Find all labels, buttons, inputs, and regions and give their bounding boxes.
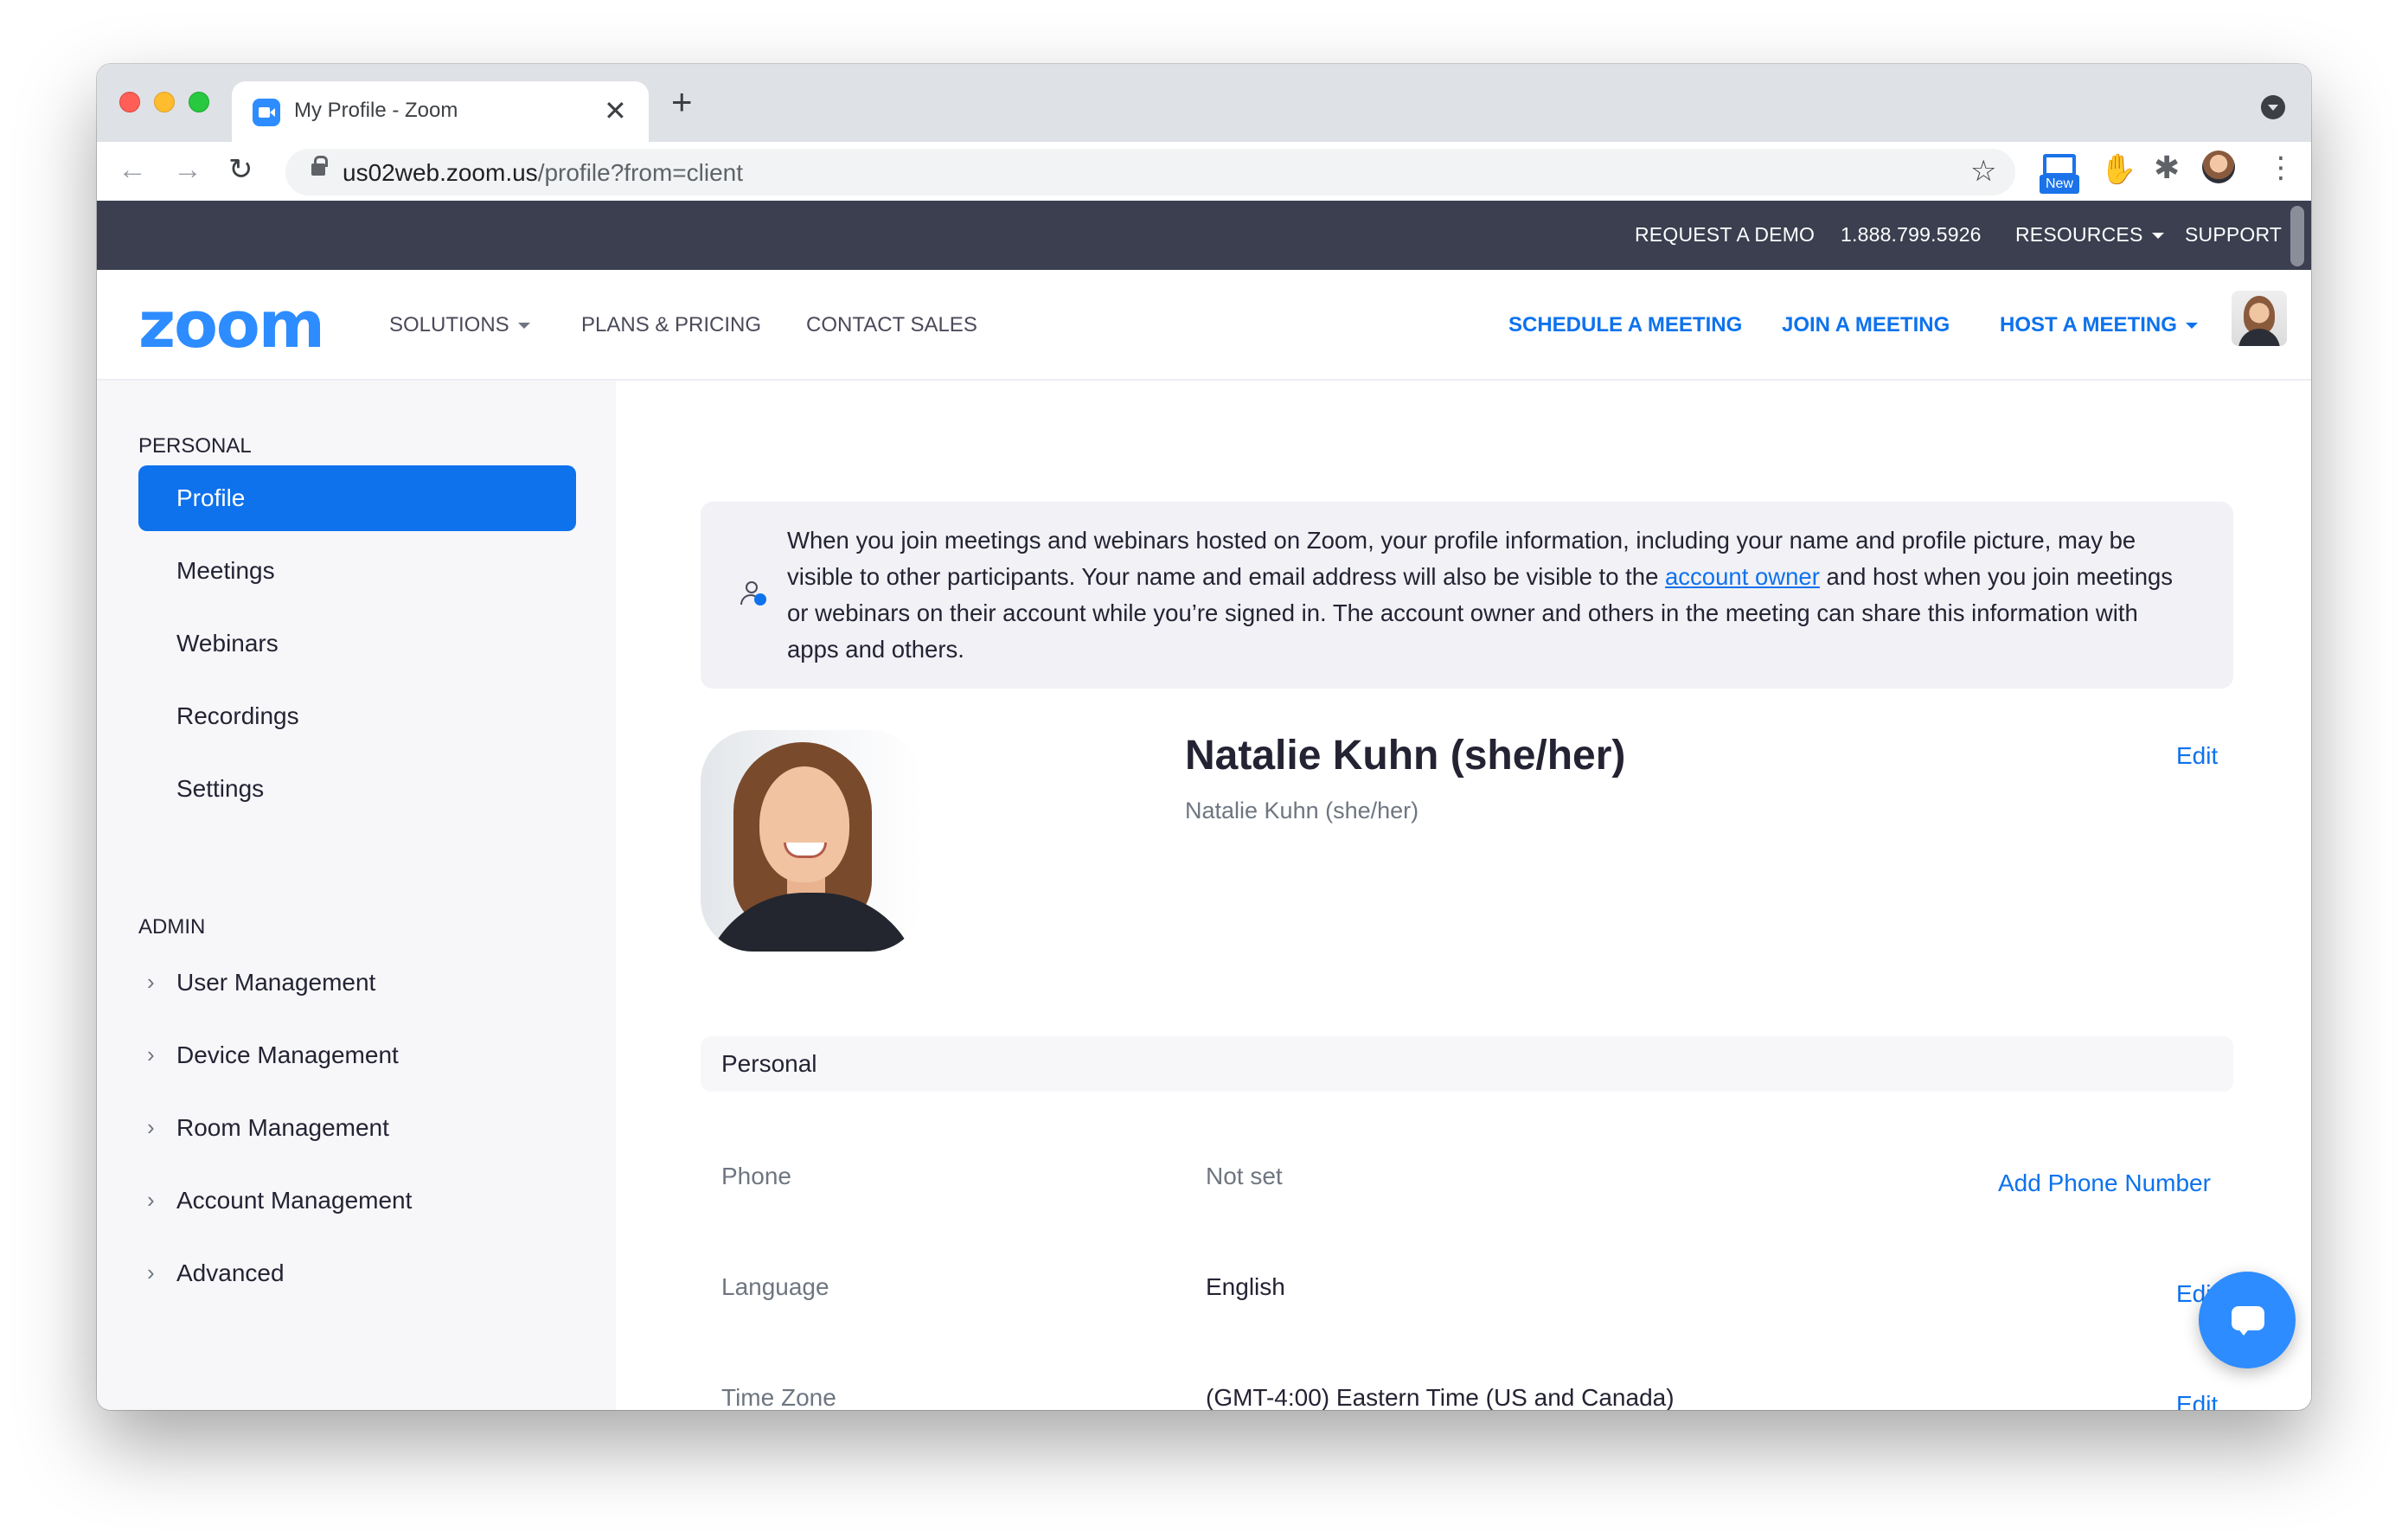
user-info-icon (740, 581, 766, 607)
maximize-window-button[interactable] (189, 92, 209, 112)
page-scrollbar[interactable] (2290, 206, 2304, 266)
reload-icon[interactable]: ↻ (228, 152, 253, 187)
bookmark-star-icon[interactable]: ☆ (1970, 156, 1996, 187)
add-phone-number-link[interactable]: Add Phone Number (1998, 1170, 2211, 1197)
extensions-puzzle-icon[interactable]: ✱ (2154, 151, 2180, 185)
tab-strip: My Profile - Zoom ✕ + (97, 64, 2311, 142)
time-zone-value: (GMT-4:00) Eastern Time (US and Canada) (1206, 1384, 1675, 1410)
browser-profile-avatar[interactable] (2202, 151, 2235, 183)
close-tab-icon[interactable]: ✕ (604, 95, 627, 126)
minimize-window-button[interactable] (154, 92, 175, 112)
close-window-button[interactable] (119, 92, 140, 112)
sidebar-item-account-management[interactable]: › Account Management (138, 1168, 576, 1234)
sidebar-item-webinars[interactable]: Webinars (138, 611, 576, 676)
schedule-meeting-link[interactable]: SCHEDULE A MEETING (1508, 313, 1742, 337)
phone-value: Not set (1206, 1163, 1283, 1189)
chat-support-button[interactable] (2199, 1272, 2296, 1368)
resources-menu[interactable]: RESOURCES (2015, 223, 2164, 247)
sidebar-item-profile[interactable]: Profile (138, 465, 576, 531)
browser-menu-icon[interactable]: ⋮ (2266, 151, 2296, 185)
join-meeting-link[interactable]: JOIN A MEETING (1782, 313, 1950, 337)
phone-label: Phone (721, 1163, 791, 1189)
chevron-right-icon: › (147, 1259, 155, 1285)
language-label: Language (721, 1273, 829, 1300)
tab-search-icon[interactable] (2261, 95, 2285, 119)
host-meeting-menu[interactable]: HOST A MEETING (2000, 313, 2198, 337)
personal-section-header: Personal (701, 1036, 2233, 1092)
request-demo-link[interactable]: REQUEST A DEMO (1635, 223, 1815, 247)
back-arrow-icon[interactable]: ← (118, 152, 147, 187)
profile-name: Natalie Kuhn (she/her) (1185, 733, 1626, 779)
admin-section-label: ADMIN (138, 915, 206, 939)
sidebar-item-device-management[interactable]: › Device Management (138, 1022, 576, 1088)
zoom-logo[interactable]: zoom (138, 291, 325, 360)
sidebar: PERSONAL Profile Meetings Webinars Recor… (97, 381, 616, 1410)
support-link[interactable]: SUPPORT (2185, 223, 2282, 247)
forward-arrow-icon[interactable]: → (173, 152, 202, 187)
new-tab-button[interactable]: + (671, 81, 693, 123)
language-value: English (1206, 1273, 1285, 1300)
chevron-right-icon: › (147, 1114, 155, 1140)
time-zone-label: Time Zone (721, 1384, 836, 1410)
caret-down-icon (2151, 233, 2164, 240)
browser-toolbar: ← → ↻ us02web.zoom.us/profile?from=clien… (97, 142, 2311, 201)
edit-profile-link[interactable]: Edit (2176, 742, 2218, 770)
main-header: zoom SOLUTIONS PLANS & PRICING CONTACT S… (97, 270, 2311, 381)
profile-display-name: Natalie Kuhn (she/her) (1185, 798, 1419, 823)
extension-hand-icon[interactable]: ✋ (2100, 152, 2136, 187)
sidebar-item-user-management[interactable]: › User Management (138, 950, 576, 1016)
top-utility-bar: REQUEST A DEMO 1.888.799.5926 RESOURCES … (97, 201, 2311, 270)
privacy-notice: When you join meetings and webinars host… (701, 502, 2233, 689)
chevron-right-icon: › (147, 1041, 155, 1067)
sidebar-item-settings[interactable]: Settings (138, 756, 576, 822)
zoom-favicon-icon (253, 99, 280, 126)
caret-down-icon (2185, 323, 2198, 330)
solutions-menu[interactable]: SOLUTIONS (389, 313, 530, 337)
sidebar-item-room-management[interactable]: › Room Management (138, 1095, 576, 1161)
chevron-right-icon: › (147, 969, 155, 995)
zoom-profile-page: REQUEST A DEMO 1.888.799.5926 RESOURCES … (97, 201, 2311, 1410)
sidebar-item-meetings[interactable]: Meetings (138, 538, 576, 604)
address-bar[interactable]: us02web.zoom.us/profile?from=client ☆ (285, 149, 2015, 195)
sidebar-item-advanced[interactable]: › Advanced (138, 1240, 576, 1306)
extension-new-icon[interactable]: New (2038, 154, 2081, 194)
profile-picture[interactable] (701, 730, 922, 952)
contact-sales-link[interactable]: CONTACT SALES (806, 313, 977, 337)
account-owner-link[interactable]: account owner (1665, 563, 1820, 590)
edit-time-zone-link[interactable]: Edit (2176, 1391, 2218, 1410)
browser-tab[interactable]: My Profile - Zoom ✕ (232, 81, 649, 142)
tab-title: My Profile - Zoom (294, 99, 458, 122)
phone-number-link[interactable]: 1.888.799.5926 (1841, 223, 1982, 247)
url-text[interactable]: us02web.zoom.us/profile?from=client (343, 159, 743, 187)
user-avatar[interactable] (2232, 291, 2287, 346)
browser-window: My Profile - Zoom ✕ + ← → ↻ us02web.zoom… (97, 64, 2311, 1410)
lock-icon[interactable] (311, 156, 328, 176)
sidebar-item-recordings[interactable]: Recordings (138, 683, 576, 749)
personal-section-label: PERSONAL (138, 434, 252, 458)
chevron-right-icon: › (147, 1187, 155, 1213)
plans-pricing-link[interactable]: PLANS & PRICING (581, 313, 761, 337)
privacy-notice-text: When you join meetings and webinars host… (787, 527, 2174, 663)
caret-down-icon (517, 323, 530, 330)
